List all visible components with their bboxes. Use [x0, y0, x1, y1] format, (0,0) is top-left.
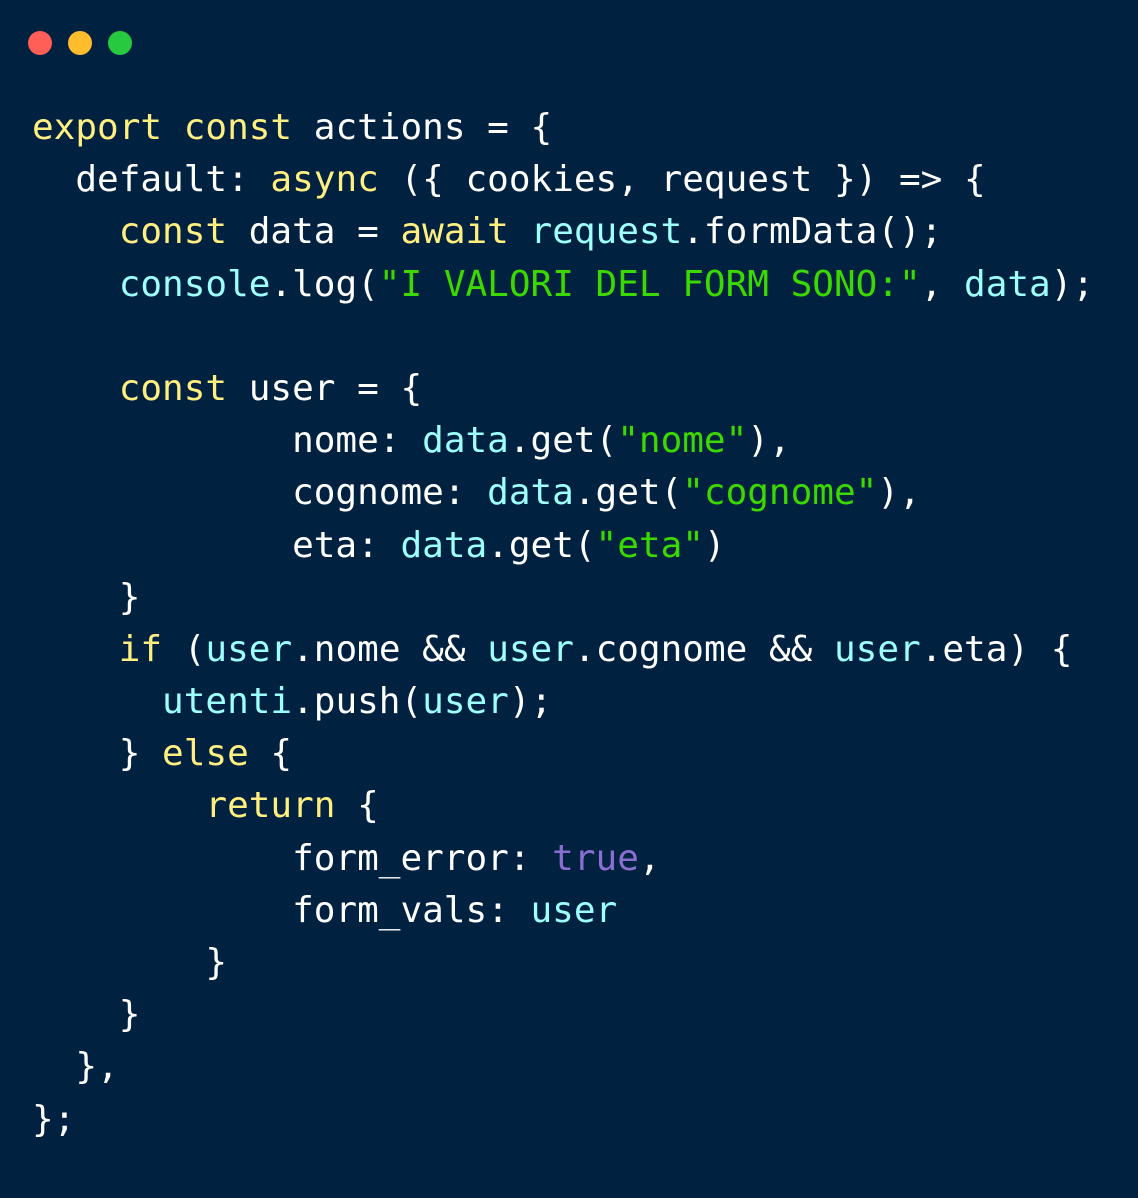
code-block: export const actions = { default: async …: [32, 102, 1094, 1146]
code-line: form_error: true,: [32, 833, 1094, 885]
code-line: utenti.push(user);: [32, 676, 1094, 728]
code-line: eta: data.get("eta"): [32, 520, 1094, 572]
code-token-identifier: user: [487, 628, 574, 670]
code-token-plain: }: [32, 994, 141, 1036]
code-token-plain: data =: [227, 211, 401, 253]
code-token-identifier: user: [834, 628, 921, 670]
code-token-plain: {: [335, 785, 379, 827]
code-token-identifier: user: [530, 889, 618, 931]
minimize-dot-icon[interactable]: [68, 31, 92, 55]
code-token-plain: {: [248, 733, 293, 775]
window-controls: [28, 31, 132, 55]
code-token-identifier: request: [530, 211, 683, 253]
code-line: nome: data.get("nome"),: [32, 415, 1094, 467]
code-token-keyword: const: [118, 367, 228, 409]
code-token-keyword: return: [205, 785, 336, 827]
code-token-identifier: utenti: [162, 681, 293, 723]
code-line: };: [32, 1094, 1094, 1146]
code-token-plain: },: [32, 1046, 119, 1088]
code-token-plain: }: [32, 576, 141, 618]
code-token-identifier: data: [400, 524, 488, 566]
code-token-identifier: data: [487, 472, 574, 514]
code-token-identifier: user: [205, 628, 293, 670]
code-token-plain: ({ cookies, request }) => {: [378, 159, 986, 201]
code-line: },: [32, 1041, 1094, 1093]
code-token-plain: .cognome &&: [573, 628, 834, 670]
code-token-plain: ,: [920, 263, 965, 305]
code-token-plain: }: [32, 733, 163, 775]
code-token-plain: ,: [638, 837, 661, 879]
code-token-string: "I VALORI DEL FORM SONO:": [378, 263, 921, 305]
code-line: export const actions = {: [32, 102, 1094, 154]
code-token-keyword: if: [118, 628, 163, 670]
code-token-plain: .nome &&: [292, 628, 488, 670]
code-token-plain: .get(: [573, 472, 683, 514]
code-token-identifier: user: [422, 681, 509, 723]
code-window: export const actions = { default: async …: [0, 0, 1138, 1198]
code-token-plain: actions = {: [292, 107, 553, 148]
code-token-plain: ): [703, 524, 726, 566]
code-line: } else {: [32, 728, 1094, 780]
code-line: const user = {: [32, 363, 1094, 415]
code-token-plain: form_error:: [32, 837, 553, 879]
code-token-plain: ),: [877, 472, 921, 514]
code-token-keyword: else: [162, 733, 249, 775]
code-token-plain: user = {: [227, 367, 423, 409]
code-token-plain: nome:: [32, 420, 423, 462]
code-token-keyword: await: [400, 211, 509, 253]
code-token-plain: cognome:: [32, 472, 488, 514]
code-line: if (user.nome && user.cognome && user.et…: [32, 624, 1094, 676]
code-token-plain: };: [32, 1098, 76, 1140]
code-token-plain: );: [508, 681, 553, 723]
code-line: }: [32, 572, 1094, 624]
code-token-identifier: console: [118, 263, 271, 305]
code-token-plain: form_vals:: [32, 889, 531, 931]
code-token-keyword: export: [32, 107, 163, 148]
code-token-plain: ),: [747, 420, 791, 462]
code-token-keyword: const: [183, 107, 293, 148]
code-token-plain: default:: [32, 159, 271, 201]
code-token-constant: true: [552, 837, 639, 879]
code-token-plain: .eta) {: [920, 628, 1073, 670]
code-token-plain: (: [162, 628, 206, 670]
code-line: form_vals: user: [32, 885, 1094, 937]
code-token-plain: .log(: [270, 263, 379, 305]
code-line: default: async ({ cookies, request }) =>…: [32, 154, 1094, 206]
code-line: }: [32, 989, 1094, 1041]
code-token-plain: }: [32, 942, 228, 983]
code-token-keyword: async: [270, 159, 379, 201]
code-token-keyword: const: [118, 211, 228, 253]
code-line: cognome: data.get("cognome"),: [32, 467, 1094, 519]
code-token-identifier: data: [422, 420, 509, 462]
code-token-string: "cognome": [682, 472, 878, 514]
code-token-plain: .push(: [292, 681, 423, 723]
code-token-plain: .get(: [508, 420, 618, 462]
code-line: }: [32, 937, 1094, 989]
maximize-dot-icon[interactable]: [108, 31, 132, 55]
code-token-identifier: data: [964, 263, 1051, 305]
code-token-plain: .get(: [487, 524, 596, 566]
code-token-string: "nome": [617, 420, 748, 462]
code-line: console.log("I VALORI DEL FORM SONO:", d…: [32, 259, 1094, 311]
code-token-plain: );: [1050, 263, 1095, 305]
code-token-string: "eta": [595, 524, 704, 566]
code-line: const data = await request.formData();: [32, 206, 1094, 258]
code-token-plain: eta:: [32, 524, 401, 566]
close-dot-icon[interactable]: [28, 31, 52, 55]
code-token-plain: .formData();: [682, 211, 943, 253]
code-line: return {: [32, 780, 1094, 832]
